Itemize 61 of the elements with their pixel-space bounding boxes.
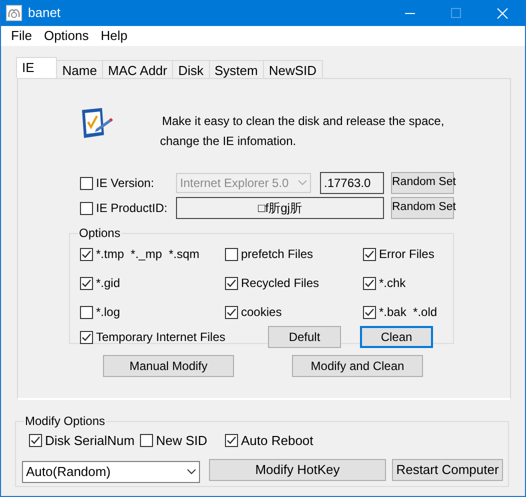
- app-icon: [6, 5, 22, 21]
- checkbox[interactable]: [225, 248, 238, 260]
- checkbox[interactable]: [140, 434, 153, 448]
- window-title: banet: [28, 4, 62, 22]
- chevron-icon: [298, 180, 307, 186]
- random-set-button[interactable]: Random Set: [391, 172, 454, 194]
- group-label: Modify Options: [24, 414, 106, 428]
- version-dropdown: Internet Explorer 5.0: [176, 173, 311, 193]
- modify-hotkey-button[interactable]: Modify HotKey: [209, 459, 386, 481]
- menu-item[interactable]: Help: [94, 26, 134, 46]
- checkbox-label[interactable]: Recycled Files: [241, 274, 320, 292]
- checkbox-label[interactable]: New SID: [156, 431, 208, 450]
- tab[interactable]: NewSID: [262, 60, 323, 78]
- checkbox[interactable]: [363, 306, 376, 318]
- tab[interactable]: MAC Addr: [102, 60, 174, 78]
- close-icon: [496, 8, 508, 18]
- checkbox[interactable]: [363, 276, 376, 290]
- menu-item[interactable]: File: [5, 26, 38, 46]
- mode-dropdown[interactable]: Auto(Random): [22, 460, 200, 482]
- group-label: Options: [78, 226, 122, 240]
- checkbox-label[interactable]: *.log: [96, 303, 120, 321]
- checkbox[interactable]: [80, 276, 93, 290]
- checkbox[interactable]: [80, 202, 93, 214]
- checkbox-label[interactable]: cookies: [241, 303, 282, 321]
- menu-item[interactable]: Options: [38, 26, 95, 46]
- checkbox[interactable]: [29, 434, 42, 448]
- checkbox[interactable]: [225, 306, 238, 318]
- tab[interactable]: System: [208, 60, 264, 78]
- description-text: change the IE infomation.: [160, 133, 298, 150]
- checkbox-label[interactable]: *.bak *.old: [379, 303, 438, 321]
- checkbox[interactable]: [363, 248, 376, 260]
- checkbox[interactable]: [225, 434, 238, 448]
- tab[interactable]: IE: [16, 57, 58, 78]
- default-button[interactable]: Defult: [268, 326, 341, 348]
- checkbox-label[interactable]: *.gid: [96, 274, 120, 292]
- checkbox-label[interactable]: IE Version:: [96, 174, 154, 192]
- checkbox-label[interactable]: prefetch Files: [241, 245, 314, 263]
- maximize-icon: [451, 8, 461, 18]
- random-set-button[interactable]: Random Set: [391, 197, 454, 219]
- build-field[interactable]: .17763.0: [320, 172, 384, 194]
- manual-modify-button[interactable]: Manual Modify: [103, 355, 234, 377]
- checkbox-label[interactable]: Error Files: [379, 245, 434, 263]
- checkbox-label[interactable]: *.chk: [379, 274, 406, 292]
- checkbox[interactable]: [225, 276, 238, 290]
- clean-button[interactable]: Clean: [360, 326, 433, 348]
- description-text: Make it easy to clean the disk and release the space,: [161, 113, 444, 130]
- checkbox[interactable]: [80, 306, 93, 318]
- checkbox-label[interactable]: Temporary Internet Files: [96, 328, 226, 346]
- tab[interactable]: Disk: [172, 60, 210, 78]
- checkbox[interactable]: [80, 248, 93, 260]
- restart-computer-button[interactable]: Restart Computer: [392, 459, 503, 481]
- chevron-icon: [187, 468, 196, 474]
- checkbox[interactable]: [80, 330, 93, 344]
- checkbox-label[interactable]: IE ProductID:: [96, 199, 168, 217]
- checkbox-label[interactable]: *.tmp *._mp *.sqm: [96, 245, 200, 263]
- product-id-field[interactable]: □f肵gj肵: [176, 197, 384, 219]
- checkbox[interactable]: [80, 176, 93, 190]
- checkbox-label[interactable]: Auto Reboot: [241, 431, 314, 450]
- modify-and-clean-button[interactable]: Modify and Clean: [292, 355, 423, 377]
- checkbox-label[interactable]: Disk SerialNum: [45, 431, 135, 450]
- tab[interactable]: Name: [56, 60, 103, 78]
